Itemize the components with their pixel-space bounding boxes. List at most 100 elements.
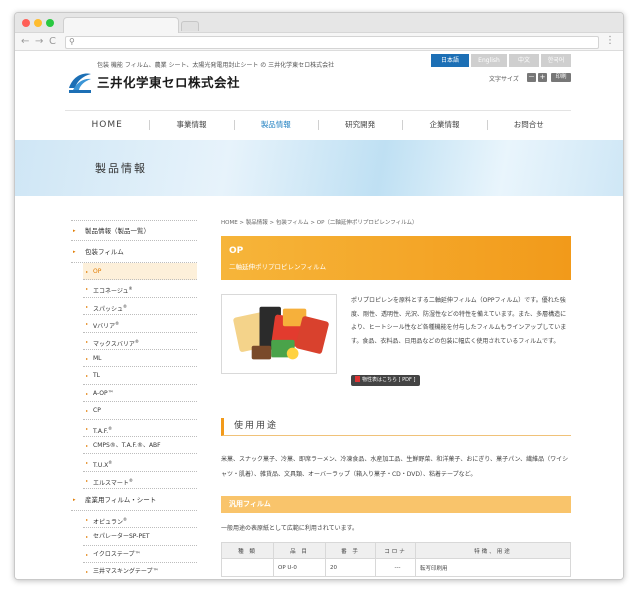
- sidebar-item[interactable]: ▸ Vバリア®: [83, 315, 197, 333]
- usage-text: 米菓、スナック菓子、冷菓、即席ラーメン、冷凍食品、水産加工品、生鮮野菜、和洋菓子…: [221, 456, 569, 478]
- browser-toolbar: ← → C ⚲ ⋮: [15, 33, 623, 51]
- table-cell: OP U-0: [273, 558, 326, 577]
- pdf-download-button[interactable]: 物性表はこちら [ PDF ]: [351, 375, 421, 386]
- forward-arrow-icon[interactable]: →: [35, 35, 43, 49]
- sidebar-item[interactable]: ▸ T.A.F.®: [83, 420, 197, 437]
- sidebar-item[interactable]: ▸ イクロステープ™: [83, 546, 197, 564]
- sidebar-item[interactable]: ▸ 製品情報（製品一覧）: [71, 220, 197, 241]
- sidebar-item-label: エコネージュ: [93, 288, 129, 296]
- sidebar-item-label: CP: [93, 407, 101, 415]
- sidebar-item[interactable]: ▸ 産業用フィルム・シート: [71, 489, 197, 512]
- film-category-heading: 汎用フィルム: [221, 496, 571, 513]
- sidebar-item[interactable]: ▸ 三井マスキングテープ™: [83, 563, 197, 579]
- sidebar-item[interactable]: ▸ CMPS®、T.A.F.®、ABF: [83, 437, 197, 455]
- arrow-right-icon: ▸: [86, 408, 89, 414]
- sidebar-item-label: マックスバリア: [93, 340, 135, 348]
- page-title: 製品情報: [95, 162, 147, 175]
- sidebar: ▸ 製品情報（製品一覧） ▸ 包装フィルム ▸ OP ▸ エコネージュ® ▸ スパッシュ® ▸ Vバリ…: [71, 220, 197, 579]
- spec-header-item: 品 目: [273, 542, 326, 559]
- sidebar-item[interactable]: ▸ エルスマート®: [83, 472, 197, 490]
- print-button[interactable]: 印刷: [551, 73, 571, 82]
- browser-titlebar: [15, 13, 623, 33]
- close-window-button[interactable]: [22, 19, 30, 27]
- usage-heading: 使用用途: [221, 418, 571, 436]
- sidebar-item[interactable]: ▸ スパッシュ®: [83, 298, 197, 316]
- sidebar-item[interactable]: ▸ T.U.X®: [83, 454, 197, 472]
- registered-mark: ®: [108, 460, 113, 466]
- search-icon: ⚲: [69, 37, 75, 46]
- minimize-window-button[interactable]: [34, 19, 42, 27]
- spec-header-corona: コロナ: [375, 542, 416, 559]
- new-tab-button[interactable]: [181, 21, 199, 31]
- lang-korean-button[interactable]: 한국어: [541, 54, 571, 67]
- browser-window: ← → C ⚲ ⋮ 包装 機能 フィルム、農業 シート、太陽光発電用封止シート …: [14, 12, 624, 580]
- arrow-right-icon: ▸: [86, 269, 89, 274]
- address-bar[interactable]: ⚲: [65, 36, 599, 49]
- sidebar-item[interactable]: ▸ ML: [83, 350, 197, 368]
- sidebar-item-label: イクロステープ™: [93, 550, 141, 558]
- font-decrease-button[interactable]: －: [527, 73, 536, 82]
- sidebar-item-label: T.U.X: [93, 462, 109, 470]
- table-cell: 転写印刷用: [415, 558, 571, 577]
- arrow-right-icon: ▸: [86, 569, 89, 575]
- lang-chinese-button[interactable]: 中文: [509, 54, 539, 67]
- lang-english-button[interactable]: English: [471, 54, 507, 67]
- sidebar-item[interactable]: ▸ 包装フィルム: [71, 241, 197, 263]
- reload-icon[interactable]: C: [49, 35, 56, 49]
- sidebar-item-label: A-OP™: [93, 389, 114, 397]
- gnav-company[interactable]: 企業情報: [402, 111, 486, 138]
- registered-mark: ®: [123, 517, 128, 523]
- arrow-right-icon: ▸: [86, 534, 89, 540]
- gnav-research[interactable]: 研究開発: [317, 111, 402, 138]
- product-intro: ポリプロピレンを原料とする二軸延伸フィルム（OPPフィルム）です。優れた強度、剛…: [221, 294, 571, 388]
- arrow-right-icon: ▸: [73, 228, 76, 234]
- sidebar-item-label: 産業用フィルム・シート: [85, 496, 157, 505]
- sidebar-item-label: Vバリア: [93, 323, 116, 331]
- spec-header-features: 特徴、用途: [415, 542, 571, 559]
- sidebar-item-label: 包装フィルム: [85, 248, 124, 256]
- sidebar-item-label: T.A.F.: [93, 427, 109, 435]
- sidebar-item-label: セパレーターSP-PET: [93, 533, 150, 541]
- table-cell: 20: [325, 558, 376, 577]
- arrow-right-icon: ▸: [86, 321, 89, 327]
- sidebar-item-label: オピュラン: [93, 519, 124, 527]
- arrow-right-icon: ▸: [86, 425, 89, 431]
- gnav-contact[interactable]: お問合せ: [486, 111, 571, 138]
- sidebar-item-label: TL: [93, 372, 101, 380]
- product-header: OP 二軸延伸ポリプロピレンフィルム: [221, 236, 571, 280]
- pdf-icon: [355, 376, 360, 382]
- back-arrow-icon[interactable]: ←: [21, 35, 29, 49]
- arrow-right-icon: ▸: [86, 477, 89, 483]
- sidebar-item[interactable]: ▸ TL: [83, 367, 197, 385]
- sidebar-item-label: 三井マスキングテープ™: [93, 568, 159, 576]
- arrow-right-icon: ▸: [86, 442, 89, 448]
- sidebar-item[interactable]: ▸ CP: [83, 402, 197, 420]
- arrow-right-icon: ▸: [86, 355, 89, 361]
- company-logo-icon[interactable]: [67, 70, 93, 94]
- sidebar-item[interactable]: ▸ OP: [83, 263, 197, 281]
- gnav-business[interactable]: 事業情報: [149, 111, 233, 138]
- page-viewport: 包装 機能 フィルム、農業 シート、太陽光発電用封止シート の 三井化学東セロ株…: [15, 52, 623, 579]
- font-increase-button[interactable]: +: [538, 73, 547, 82]
- registered-mark: ®: [128, 286, 133, 292]
- registered-mark: ®: [115, 321, 120, 327]
- product-name: OP: [229, 246, 244, 256]
- company-name[interactable]: 三井化学東セロ株式会社: [97, 72, 240, 91]
- pdf-button-label: 物性表はこちら [ PDF ]: [362, 377, 416, 383]
- lang-japanese-button[interactable]: 日本語: [431, 54, 469, 67]
- browser-menu-icon[interactable]: ⋮: [605, 35, 615, 46]
- site-header: 包装 機能 フィルム、農業 シート、太陽光発電用封止シート の 三井化学東セロ株…: [15, 52, 623, 110]
- table-cell: ---: [375, 558, 416, 577]
- sidebar-item[interactable]: ▸ エコネージュ®: [83, 280, 197, 298]
- sidebar-item[interactable]: ▸ マックスバリア®: [83, 333, 197, 350]
- film-category-note: 一般用途の表原紙として広範に利用されています。: [221, 525, 359, 532]
- sidebar-item[interactable]: ▸ セパレーターSP-PET: [83, 528, 197, 546]
- maximize-window-button[interactable]: [46, 19, 54, 27]
- sidebar-item[interactable]: ▸ A-OP™: [83, 385, 197, 403]
- browser-tab[interactable]: [63, 17, 179, 33]
- gnav-home[interactable]: HOME: [65, 111, 149, 138]
- arrow-right-icon: ▸: [86, 551, 89, 557]
- sidebar-item-label: エルスマート: [93, 479, 129, 487]
- gnav-products[interactable]: 製品情報: [233, 111, 318, 138]
- sidebar-item[interactable]: ▸ オピュラン®: [83, 511, 197, 529]
